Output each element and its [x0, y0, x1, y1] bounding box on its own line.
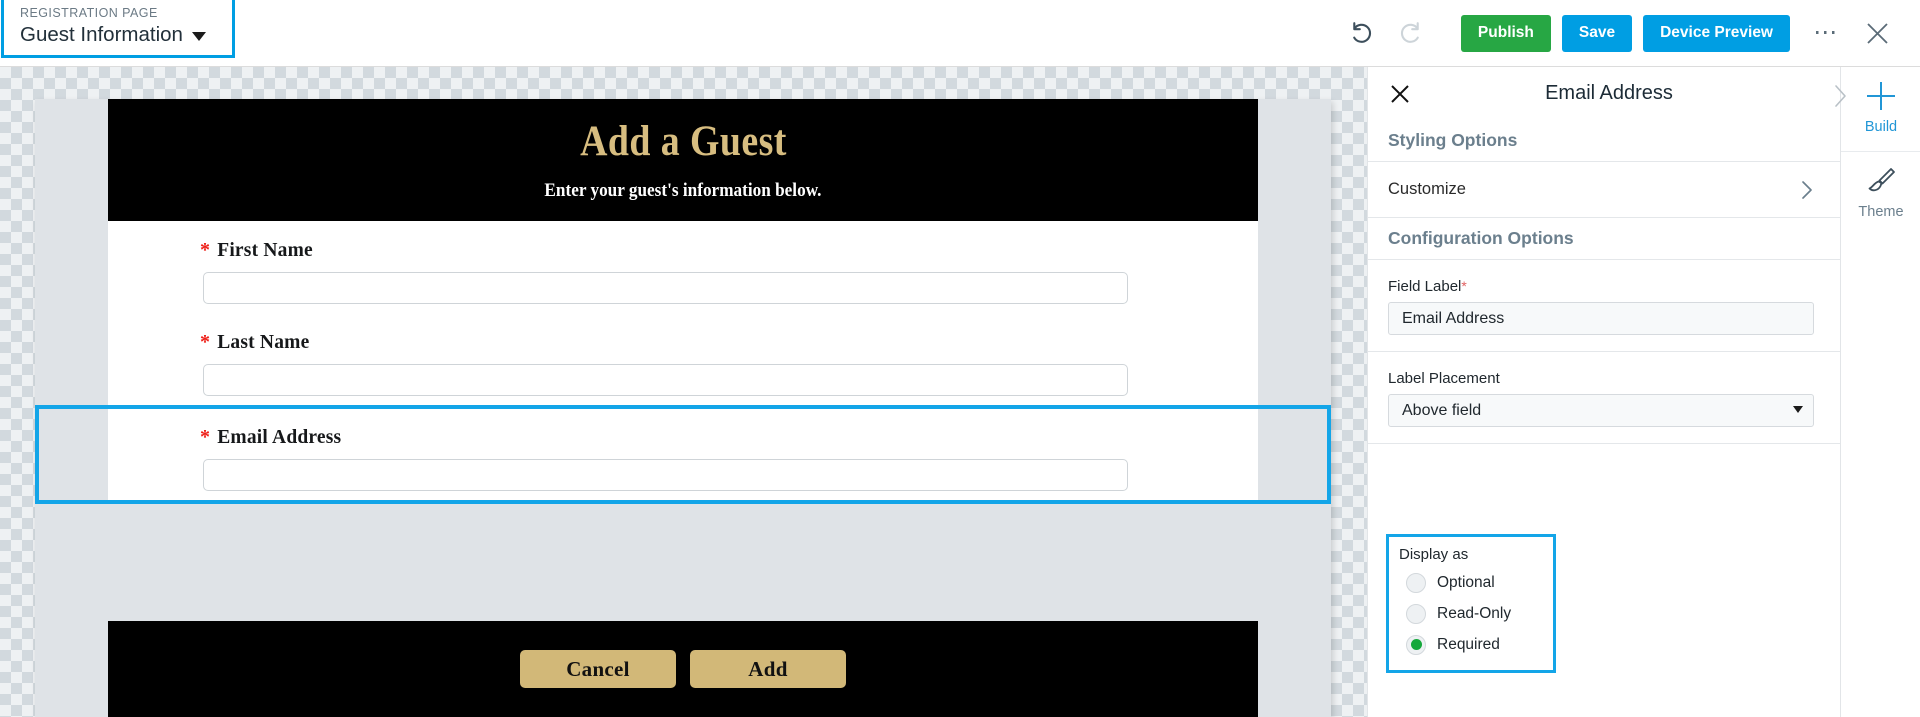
label-placement-select[interactable]: Above field	[1388, 394, 1814, 427]
label-placement-group: Label Placement Above field	[1368, 352, 1840, 444]
publish-button[interactable]: Publish	[1460, 14, 1551, 52]
last-name-input[interactable]	[203, 364, 1128, 396]
form-fields: * First Name * Last Name * Email Address	[35, 221, 1331, 621]
device-preview-button[interactable]: Device Preview	[1643, 14, 1790, 52]
field-label-text: Email Address	[217, 427, 342, 448]
close-icon	[1391, 85, 1409, 103]
required-asterisk: *	[200, 331, 211, 353]
customize-row[interactable]: Customize	[1368, 161, 1840, 218]
form-banner-title: Add a Guest	[579, 118, 787, 165]
paintbrush-icon	[1868, 168, 1895, 192]
display-as-option-label: Required	[1437, 635, 1500, 653]
form-field-first-name[interactable]: * First Name	[108, 221, 1258, 313]
top-toolbar: REGISTRATION PAGE Guest Information Publ…	[0, 0, 1920, 67]
label-placement-caption: Label Placement	[1388, 370, 1500, 387]
form-banner-subtitle: Enter your guest's information below.	[544, 181, 822, 201]
label-placement-select-wrap: Above field	[1388, 394, 1814, 427]
display-as-option-required[interactable]: Required	[1399, 629, 1543, 660]
radio-icon[interactable]	[1406, 572, 1426, 593]
field-label-first-name: * First Name	[200, 239, 1258, 262]
more-options-button[interactable]: ⋯	[1806, 13, 1846, 53]
first-name-input[interactable]	[203, 272, 1128, 304]
rail-item-theme[interactable]: Theme	[1841, 152, 1920, 236]
email-address-input[interactable]	[203, 459, 1128, 491]
field-label-group: Field Label*	[1368, 260, 1840, 352]
chevron-down-icon[interactable]	[191, 32, 206, 41]
radio-icon-selected[interactable]	[1406, 634, 1426, 655]
rail-item-label: Build	[1864, 119, 1898, 135]
close-icon	[1866, 22, 1888, 44]
redo-button[interactable]	[1387, 10, 1433, 56]
ellipsis-icon: ⋯	[1813, 19, 1839, 46]
customize-label: Customize	[1388, 180, 1466, 198]
rail-item-label: Theme	[1858, 204, 1904, 220]
form-field-email-address-selected[interactable]: * Email Address	[35, 405, 1331, 504]
form-banner[interactable]: Add a Guest Enter your guest's informati…	[108, 99, 1258, 221]
form-field-last-name[interactable]: * Last Name	[108, 313, 1258, 405]
properties-panel-header: Email Address	[1368, 67, 1840, 119]
toolbar-actions: Publish Save Device Preview ⋯	[1339, 0, 1920, 66]
properties-panel: Email Address Styling Options Customize …	[1367, 67, 1840, 717]
display-as-group: Display as Optional Read-Only Required	[1386, 534, 1556, 673]
display-as-option-label: Read-Only	[1437, 604, 1512, 622]
page-selector[interactable]: REGISTRATION PAGE Guest Information	[1, 0, 235, 58]
radio-icon[interactable]	[1406, 603, 1426, 624]
required-asterisk: *	[200, 239, 211, 261]
display-as-option-label: Optional	[1437, 573, 1495, 591]
rail-item-build[interactable]: Build	[1841, 67, 1920, 152]
field-label-last-name: * Last Name	[200, 331, 1258, 354]
chevron-right-icon	[1835, 85, 1846, 107]
properties-panel-title: Email Address	[1545, 81, 1673, 104]
page-selector-main: Guest Information	[20, 22, 218, 48]
required-asterisk: *	[1461, 278, 1467, 294]
redo-icon	[1400, 22, 1419, 43]
app-root: REGISTRATION PAGE Guest Information Publ…	[0, 0, 1920, 717]
design-canvas[interactable]: Add a Guest Enter your guest's informati…	[0, 67, 1367, 717]
page-selector-kicker: REGISTRATION PAGE	[20, 6, 158, 20]
properties-close-button[interactable]	[1385, 79, 1415, 109]
form-field-email-address[interactable]: * Email Address	[108, 409, 1258, 500]
form-footer: Cancel Add	[108, 621, 1258, 717]
close-editor-button[interactable]	[1856, 12, 1898, 54]
display-as-option-read-only[interactable]: Read-Only	[1399, 598, 1543, 629]
field-label-text: First Name	[217, 240, 313, 261]
configuration-options-header: Configuration Options	[1368, 218, 1840, 260]
rail-collapse-button[interactable]	[1832, 83, 1850, 109]
right-rail: Build Theme	[1835, 67, 1920, 717]
page-selector-title: Guest Information	[20, 23, 183, 46]
field-label-caption-text: Field Label	[1388, 278, 1462, 295]
field-label-email-address: * Email Address	[200, 426, 1258, 449]
styling-options-header: Styling Options	[1388, 129, 1518, 150]
chevron-right-icon	[1802, 180, 1812, 199]
cancel-button[interactable]: Cancel	[520, 650, 676, 688]
required-asterisk: *	[200, 426, 211, 448]
field-label-caption: Field Label*	[1388, 278, 1814, 295]
undo-icon	[1353, 22, 1371, 43]
plus-icon	[1866, 81, 1896, 111]
field-label-input[interactable]	[1388, 302, 1814, 335]
form-container: Add a Guest Enter your guest's informati…	[35, 99, 1331, 717]
undo-button[interactable]	[1339, 10, 1385, 56]
field-label-text: Last Name	[217, 332, 310, 353]
display-as-caption: Display as	[1399, 546, 1469, 563]
add-button[interactable]: Add	[690, 650, 846, 688]
save-button[interactable]: Save	[1561, 14, 1633, 52]
display-as-option-optional[interactable]: Optional	[1399, 567, 1543, 598]
